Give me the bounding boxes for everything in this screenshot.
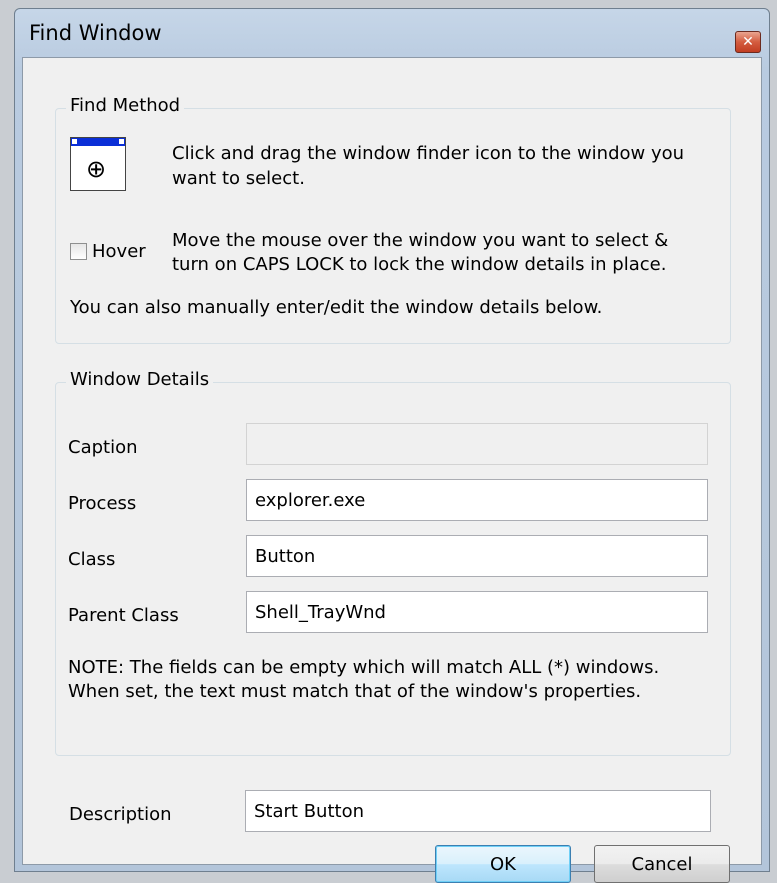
caption-label: Caption — [68, 437, 138, 458]
parent-class-label: Parent Class — [68, 605, 179, 626]
ok-button[interactable]: OK — [435, 845, 571, 883]
hover-instruction-line2: turn on CAPS LOCK to lock the window det… — [172, 254, 667, 275]
window-details-group: Window Details Caption Process Class Par… — [55, 369, 731, 756]
description-label: Description — [69, 804, 172, 825]
note-line1: NOTE: The fields can be empty which will… — [68, 657, 660, 678]
close-icon: ✕ — [742, 34, 754, 50]
drag-instruction-line1: Click and drag the window finder icon to… — [172, 143, 685, 164]
window-details-legend: Window Details — [66, 369, 214, 390]
hover-label[interactable]: Hover — [92, 239, 146, 264]
process-field[interactable] — [246, 479, 708, 521]
drag-instruction-line2: want to select. — [172, 168, 305, 189]
find-window-dialog: Find Window ✕ Find Method ⊕ Click and dr… — [14, 8, 770, 883]
finder-titlebar-shape — [71, 138, 125, 146]
crosshair-icon: ⊕ — [86, 155, 107, 183]
find-method-group: Find Method ⊕ Click and drag the window … — [55, 95, 731, 344]
manual-edit-note: You can also manually enter/edit the win… — [70, 297, 603, 318]
hover-checkbox[interactable] — [70, 243, 87, 260]
description-field[interactable] — [245, 790, 711, 832]
class-field[interactable] — [246, 535, 708, 577]
find-method-legend: Find Method — [66, 95, 185, 116]
close-button[interactable]: ✕ — [735, 31, 761, 53]
window-title: Find Window — [29, 21, 162, 45]
cancel-button[interactable]: Cancel — [594, 845, 730, 883]
note-line2: When set, the text must match that of th… — [68, 681, 642, 702]
process-label: Process — [68, 493, 137, 514]
caption-field[interactable] — [246, 423, 708, 465]
dialog-body: Find Method ⊕ Click and drag the window … — [22, 57, 762, 883]
parent-class-field[interactable] — [246, 591, 708, 633]
hover-instruction-line1: Move the mouse over the window you want … — [172, 230, 669, 251]
class-label: Class — [68, 549, 116, 570]
window-finder-icon[interactable]: ⊕ — [70, 137, 126, 191]
